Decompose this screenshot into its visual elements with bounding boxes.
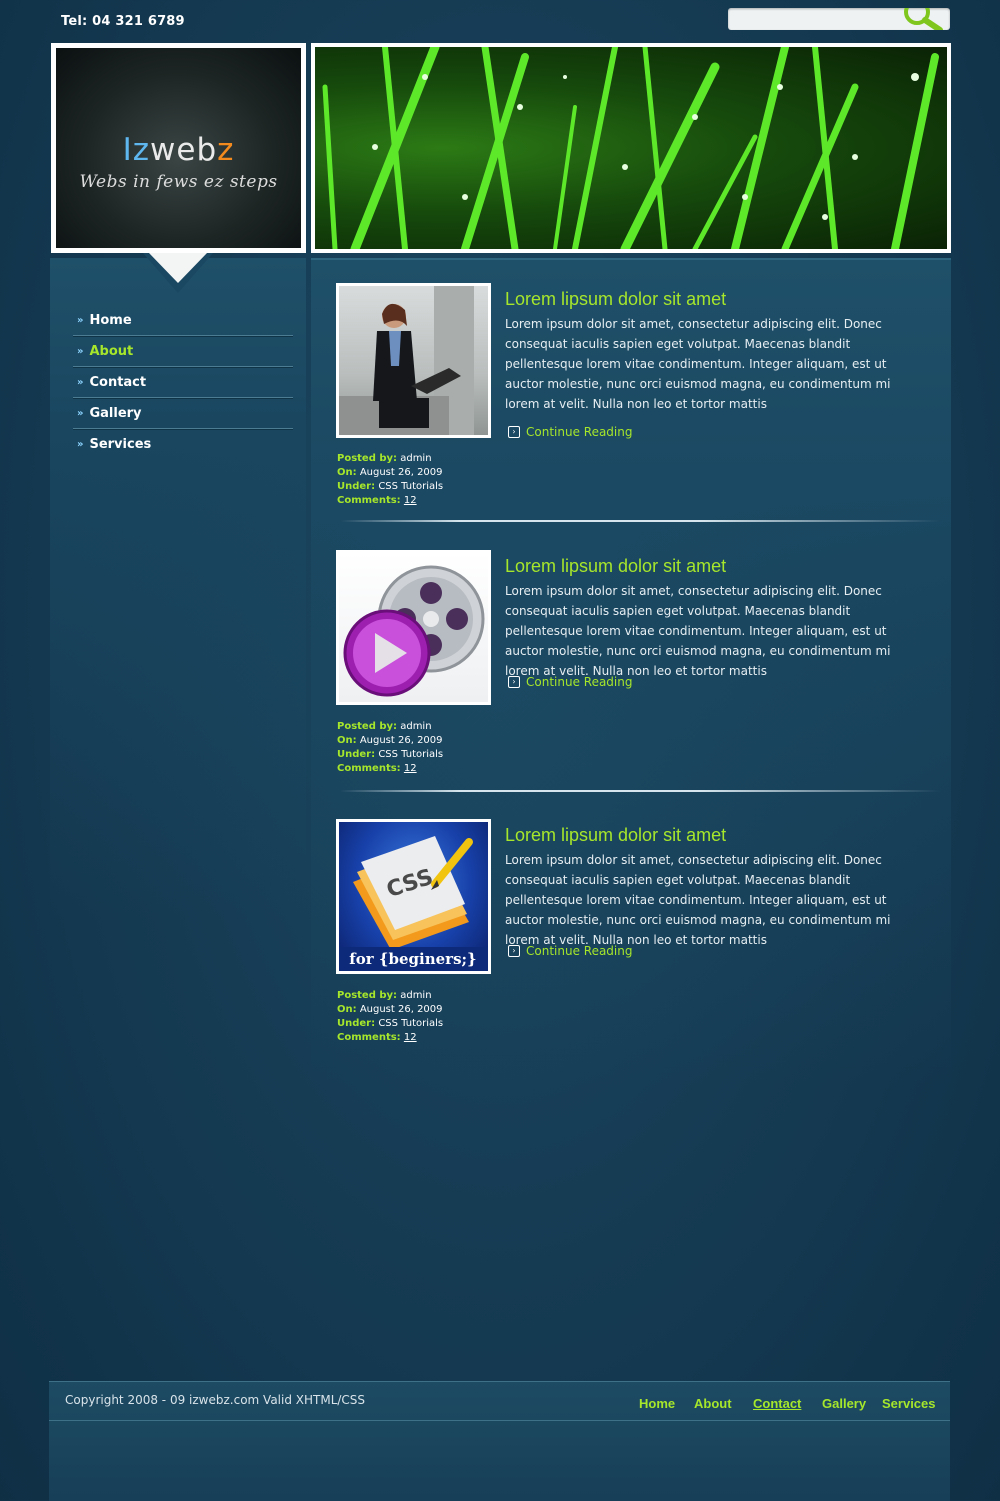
bullet-icon: »	[77, 439, 84, 450]
post-title[interactable]: Lorem lipsum dolor sit amet	[505, 556, 726, 577]
copyright-text: Copyright 2008 - 09 izwebz.com Valid XHT…	[65, 1393, 366, 1407]
post-title[interactable]: Lorem lipsum dolor sit amet	[505, 289, 726, 310]
comments-link[interactable]: 12	[404, 495, 417, 506]
post-thumbnail[interactable]: CSS for {beginers;}	[336, 819, 491, 974]
post-divider	[340, 520, 940, 522]
post-meta: Posted by: admin On: August 26, 2009 Und…	[337, 990, 444, 1043]
post-meta: Posted by: admin On: August 26, 2009 Und…	[337, 453, 444, 506]
arrow-icon: ›	[508, 426, 520, 438]
logo-text: Izwebz	[122, 132, 235, 168]
sidebar-item-gallery[interactable]: » Gallery	[73, 399, 293, 429]
footer-nav-gallery[interactable]: Gallery	[822, 1396, 866, 1411]
sidebar-item-home[interactable]: » Home	[73, 306, 293, 336]
logo-tagline: Webs in fews ez steps	[79, 172, 278, 192]
sidebar-item-services[interactable]: » Services	[73, 430, 293, 459]
arrow-icon: ›	[508, 676, 520, 688]
comments-link[interactable]: 12	[404, 763, 417, 774]
post-excerpt: Lorem ipsum dolor sit amet, consectetur …	[505, 853, 891, 947]
bullet-icon: »	[77, 346, 84, 357]
search-input[interactable]	[734, 8, 898, 30]
bullet-icon: »	[77, 377, 84, 388]
post-thumbnail[interactable]	[336, 550, 491, 705]
post-title[interactable]: Lorem lipsum dolor sit amet	[505, 825, 726, 846]
sidebar-item-about[interactable]: » About	[73, 337, 293, 367]
footer-divider	[49, 1420, 950, 1421]
continue-reading-link[interactable]: › Continue Reading	[508, 425, 632, 439]
logo-frame: Izwebz Webs in fews ez steps	[51, 43, 306, 253]
post-thumbnail[interactable]	[336, 283, 491, 438]
sidebar-item-contact[interactable]: » Contact	[73, 368, 293, 398]
post-divider	[340, 790, 940, 792]
bullet-icon: »	[77, 315, 84, 326]
continue-reading-link[interactable]: › Continue Reading	[508, 944, 632, 958]
post-meta: Posted by: admin On: August 26, 2009 Und…	[337, 721, 444, 774]
continue-reading-link[interactable]: › Continue Reading	[508, 675, 632, 689]
footer-nav-about[interactable]: About	[694, 1396, 732, 1411]
businesswoman-laptop-image	[339, 286, 488, 435]
arrow-icon: ›	[508, 945, 520, 957]
telephone-number: Tel: 04 321 6789	[61, 14, 185, 29]
header-banner	[311, 43, 951, 253]
footer-nav-contact[interactable]: Contact	[753, 1396, 801, 1411]
search-icon[interactable]	[898, 8, 944, 30]
post-excerpt: Lorem ipsum dolor sit amet, consectetur …	[505, 317, 891, 411]
sidebar-nav: » Home » About » Contact » Gallery » Services	[73, 306, 293, 460]
grass-banner-image	[315, 47, 947, 249]
footer-nav-home[interactable]: Home	[639, 1396, 675, 1411]
sidebar-pointer	[143, 253, 213, 293]
post-excerpt: Lorem ipsum dolor sit amet, consectetur …	[505, 584, 891, 678]
css-for-beginers-image: CSS for {beginers;}	[339, 822, 488, 971]
bullet-icon: »	[77, 408, 84, 419]
logo[interactable]: Izwebz Webs in fews ez steps	[56, 48, 301, 248]
comments-link[interactable]: 12	[404, 1032, 417, 1043]
film-reel-play-image	[339, 553, 488, 702]
search-box	[728, 8, 950, 30]
caption-label: for {beginers;}	[349, 950, 476, 968]
footer-nav-services[interactable]: Services	[882, 1396, 936, 1411]
